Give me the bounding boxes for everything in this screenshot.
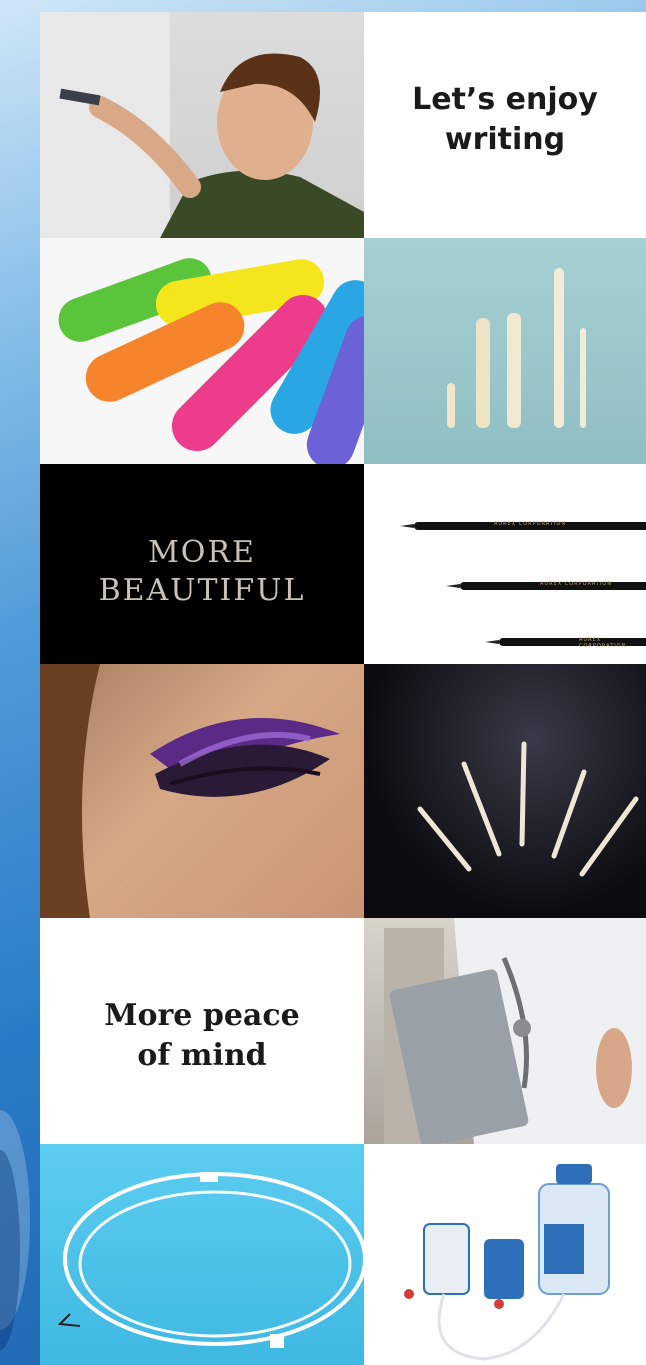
caption-peace-line2: of mind xyxy=(137,1038,267,1073)
photo-infusion-pump xyxy=(364,1144,646,1365)
pen-brand-label: AUREX CORPORATION xyxy=(579,637,627,649)
eye-illustration xyxy=(40,664,340,918)
photo-colorful-markers xyxy=(40,238,364,464)
pen-brand-label: AUREX CORPORATION xyxy=(494,521,567,527)
image-grid: Let’s enjoy writing MORE BEAUTIFUL AUREX… xyxy=(40,12,646,1365)
pen-tip xyxy=(446,584,460,588)
pen-tip xyxy=(400,524,414,528)
pen-2: AUREX CORPORATION xyxy=(446,581,646,590)
caption-peace-line1: More peace xyxy=(104,998,300,1033)
pen-brand-label: AUREX CORPORATION xyxy=(540,581,613,587)
markers-illustration xyxy=(58,258,364,464)
infusion-illustration xyxy=(404,1164,610,1361)
caption-writing-line1: Let’s enjoy xyxy=(412,82,598,117)
photo-nibs-on-black xyxy=(364,664,646,918)
photo-black-pens: AUREX CORPORATION AUREX CORPORATION AURE… xyxy=(364,464,646,664)
nibs-illustration xyxy=(447,268,586,428)
photo-catheter xyxy=(40,1144,364,1365)
caption-beautiful-line1: MORE xyxy=(148,535,256,570)
catheter-illustration xyxy=(57,1172,364,1348)
caption-writing-line2: writing xyxy=(444,122,566,157)
doctor-illustration xyxy=(384,918,646,1144)
caption-tile-peace: More peace of mind xyxy=(40,918,364,1144)
photo-boy-writing xyxy=(40,12,364,238)
pen-1: AUREX CORPORATION xyxy=(400,521,646,530)
nibs-fan-illustration xyxy=(417,741,639,877)
pen-3: AUREX CORPORATION xyxy=(485,637,646,649)
photo-fiber-nibs xyxy=(364,238,646,464)
caption-tile-beautiful: MORE BEAUTIFUL xyxy=(40,464,364,664)
caption-beautiful: MORE BEAUTIFUL xyxy=(40,534,364,610)
caption-peace: More peace of mind xyxy=(40,996,364,1076)
caption-beautiful-line2: BEAUTIFUL xyxy=(98,573,306,608)
photo-eye-makeup xyxy=(40,664,364,918)
caption-tile-writing: Let’s enjoy writing xyxy=(364,12,646,238)
caption-writing: Let’s enjoy writing xyxy=(364,80,646,160)
pen-tip xyxy=(485,640,499,644)
photo-doctor xyxy=(364,918,646,1144)
boy-writing-illustration xyxy=(40,12,364,238)
